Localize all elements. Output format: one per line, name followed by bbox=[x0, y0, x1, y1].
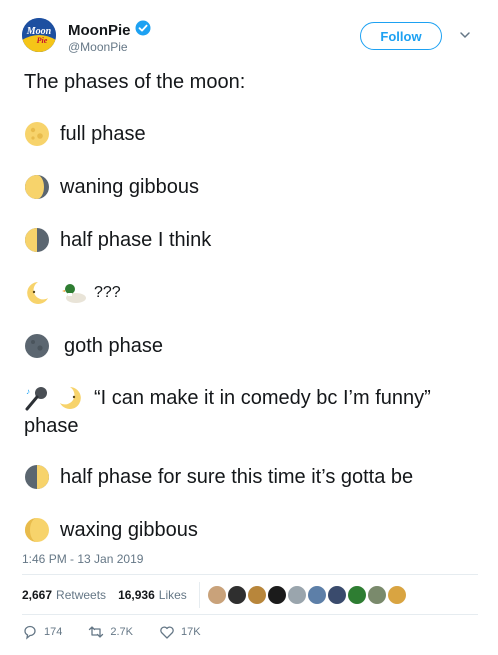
retweets-count: 2,667 bbox=[22, 588, 53, 602]
phase-line: full phase bbox=[24, 120, 146, 148]
tweet-actions: 174 2.7K 17K bbox=[22, 624, 227, 640]
phase-line: ??? bbox=[24, 279, 121, 307]
liker-avatar[interactable] bbox=[247, 586, 266, 604]
first-quarter-icon bbox=[24, 464, 50, 490]
retweet-count: 2.7K bbox=[110, 626, 133, 638]
phase-line: half phase I think bbox=[24, 226, 211, 254]
display-name[interactable]: MoonPie bbox=[68, 22, 131, 39]
phase-label: ??? bbox=[94, 284, 121, 301]
reply-count: 174 bbox=[44, 626, 63, 638]
liker-avatar[interactable] bbox=[267, 586, 286, 604]
likes-stat[interactable]: 16,936 Likes bbox=[118, 588, 187, 602]
liker-avatar[interactable] bbox=[387, 586, 406, 604]
verified-badge-icon bbox=[135, 20, 151, 41]
crescent-face-icon bbox=[58, 385, 84, 411]
phase-line: half phase for sure this time it’s gotta… bbox=[24, 463, 413, 491]
divider bbox=[22, 614, 478, 615]
tweet-stats: 2,667 Retweets 16,936 Likes bbox=[22, 582, 406, 608]
svg-text:♪: ♪ bbox=[26, 387, 30, 396]
half-moon-icon bbox=[24, 227, 50, 253]
retweet-icon bbox=[89, 626, 104, 638]
tweet-timestamp[interactable]: 1:46 PM - 13 Jan 2019 bbox=[22, 552, 143, 566]
liker-avatar[interactable] bbox=[207, 586, 226, 604]
likes-count: 16,936 bbox=[118, 588, 155, 602]
liker-avatar[interactable] bbox=[287, 586, 306, 604]
phase-line: ♪ “I can make it in comedy bc I’m funny” bbox=[24, 384, 431, 412]
phase-label: waning gibbous bbox=[60, 176, 199, 198]
waning-gibbous-icon bbox=[24, 174, 50, 200]
liker-avatar[interactable] bbox=[367, 586, 386, 604]
phase-label: full phase bbox=[60, 123, 146, 145]
phase-label: goth phase bbox=[64, 335, 163, 357]
reply-icon bbox=[24, 625, 36, 640]
tweet-body: The phases of the moon: full phase wanin… bbox=[24, 68, 480, 542]
retweets-stat[interactable]: 2,667 Retweets bbox=[22, 588, 106, 602]
microphone-icon: ♪ bbox=[24, 385, 50, 411]
tweet-intro: The phases of the moon: bbox=[24, 71, 246, 93]
retweets-label: Retweets bbox=[56, 588, 107, 602]
divider bbox=[22, 574, 478, 575]
tweet-header: Moon Pie MoonPie @MoonPie Follow bbox=[22, 14, 482, 64]
liker-avatar[interactable] bbox=[327, 586, 346, 604]
phase-label: “I can make it in comedy bc I’m funny” bbox=[94, 387, 431, 409]
phase-line: waning gibbous bbox=[24, 173, 199, 201]
crescent-face-icon bbox=[24, 280, 50, 306]
retweet-button[interactable]: 2.7K bbox=[88, 624, 133, 640]
chevron-down-icon[interactable] bbox=[458, 28, 472, 42]
liker-avatar[interactable] bbox=[347, 586, 366, 604]
like-count: 17K bbox=[181, 626, 201, 638]
user-handle[interactable]: @MoonPie bbox=[68, 40, 128, 54]
likes-label: Likes bbox=[158, 588, 187, 602]
waxing-gibbous-icon bbox=[24, 517, 50, 543]
full-moon-icon bbox=[24, 121, 50, 147]
avatar[interactable]: Moon Pie bbox=[22, 18, 56, 52]
duck-icon bbox=[62, 280, 88, 306]
name-row: MoonPie bbox=[68, 20, 151, 41]
phase-label: phase bbox=[24, 415, 79, 437]
like-button[interactable]: 17K bbox=[159, 624, 201, 640]
phase-line-continuation: phase bbox=[24, 412, 79, 440]
stats-divider bbox=[198, 582, 200, 608]
phase-label: half phase for sure this time it’s gotta… bbox=[60, 466, 414, 488]
phase-label: waxing gibbous bbox=[60, 519, 198, 541]
svg-text:Pie: Pie bbox=[37, 36, 48, 45]
liker-avatar[interactable] bbox=[227, 586, 246, 604]
heart-icon bbox=[160, 626, 174, 639]
reply-button[interactable]: 174 bbox=[22, 624, 62, 640]
new-moon-icon bbox=[24, 333, 50, 359]
phase-line: goth phase bbox=[24, 332, 163, 360]
follow-button[interactable]: Follow bbox=[360, 22, 442, 50]
phase-line: waxing gibbous bbox=[24, 516, 198, 544]
liker-avatar[interactable] bbox=[307, 586, 326, 604]
phase-label: half phase I think bbox=[60, 229, 212, 251]
liker-avatars bbox=[207, 586, 406, 604]
